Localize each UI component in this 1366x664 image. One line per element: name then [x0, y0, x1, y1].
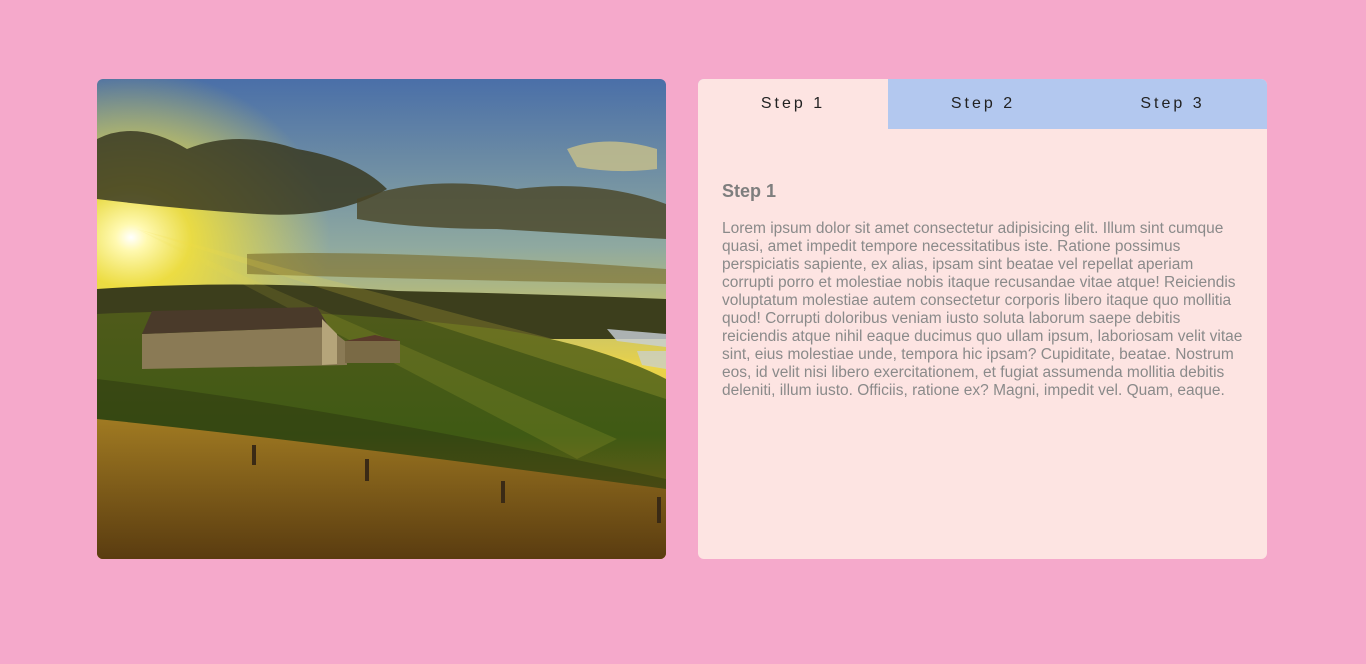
- panel-body-text: Lorem ipsum dolor sit amet consectetur a…: [722, 220, 1243, 399]
- tab-bar: Step 1 Step 2 Step 3: [698, 79, 1267, 129]
- page: Step 1 Step 2 Step 3 Step 1 Lorem ipsum …: [0, 0, 1366, 664]
- landscape-photo-illustration: [97, 79, 666, 559]
- tab-step-3[interactable]: Step 3: [1078, 79, 1267, 129]
- step-tabs-card: Step 1 Step 2 Step 3 Step 1 Lorem ipsum …: [698, 79, 1267, 559]
- landscape-image: [97, 79, 666, 559]
- tab-step-1[interactable]: Step 1: [698, 79, 888, 129]
- tab-panel: Step 1 Lorem ipsum dolor sit amet consec…: [698, 129, 1267, 400]
- tab-step-2[interactable]: Step 2: [888, 79, 1078, 129]
- panel-title: Step 1: [722, 181, 777, 201]
